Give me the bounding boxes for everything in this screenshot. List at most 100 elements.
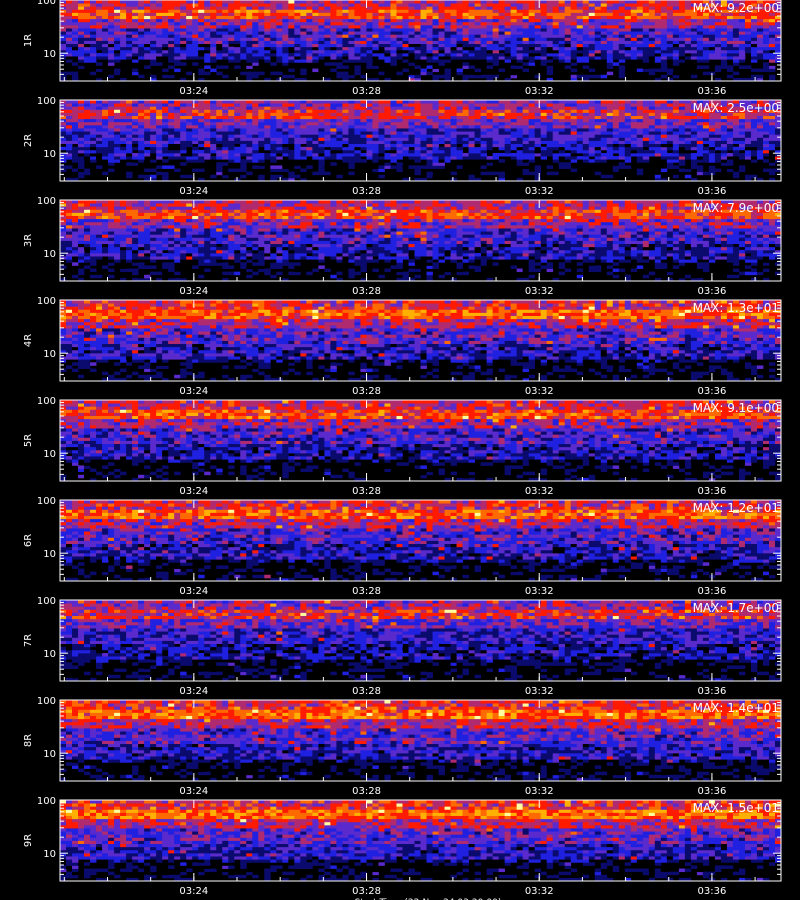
- heatmap-cell: [492, 12, 500, 16]
- heatmap-cell: [690, 18, 698, 23]
- heatmap-cell: [606, 0, 614, 4]
- heatmap-cell: [402, 152, 409, 157]
- heatmap-cell: [492, 59, 500, 63]
- heatmap-cell: [546, 171, 554, 176]
- heatmap-cell: [72, 156, 79, 160]
- heatmap-cell: [150, 34, 157, 38]
- heatmap-cell: [66, 134, 73, 138]
- heatmap-cell: [534, 134, 542, 138]
- heatmap-cell: [228, 137, 235, 141]
- heatmap-cell: [342, 40, 349, 45]
- heatmap-cell: [174, 15, 181, 20]
- heatmap-cell: [228, 131, 235, 135]
- heatmap-cell: [642, 15, 650, 20]
- heatmap-cell: [636, 121, 644, 126]
- heatmap-cell: [126, 174, 133, 179]
- heatmap-cell: [768, 131, 776, 135]
- heatmap-cell: [702, 40, 710, 45]
- heatmap-cell: [498, 31, 506, 35]
- heatmap-cell: [462, 34, 469, 38]
- heatmap-cell: [198, 128, 205, 132]
- heatmap-cell: [564, 162, 572, 166]
- heatmap-cell: [648, 146, 656, 151]
- heatmap-cell: [324, 106, 331, 110]
- heatmap-cell: [156, 43, 163, 48]
- heatmap-cell: [228, 56, 235, 60]
- heatmap-cell: [144, 46, 151, 51]
- heatmap-cell: [618, 12, 626, 16]
- heatmap-cell: [138, 146, 145, 151]
- heatmap-cell: [540, 109, 548, 113]
- heatmap-cell: [552, 0, 560, 4]
- heatmap-cell: [156, 134, 163, 138]
- heatmap-cell: [72, 62, 79, 66]
- heatmap-cell: [108, 159, 115, 163]
- heatmap-cell: [732, 134, 740, 138]
- heatmap-cell: [294, 134, 301, 138]
- heatmap-cell: [750, 156, 758, 160]
- heatmap-cell: [102, 121, 109, 126]
- heatmap-cell: [312, 56, 319, 60]
- heatmap-cell: [462, 9, 469, 13]
- heatmap-cell: [588, 109, 596, 113]
- heatmap-cell: [450, 34, 457, 38]
- heatmap-cell: [156, 115, 163, 120]
- heatmap-cell: [246, 46, 253, 51]
- heatmap-cell: [450, 118, 457, 123]
- heatmap-cell: [528, 143, 536, 148]
- heatmap-cell: [426, 18, 433, 23]
- heatmap-cell: [336, 40, 343, 45]
- heatmap-cell: [282, 3, 289, 7]
- heatmap-cell: [186, 49, 193, 54]
- heatmap-cell: [714, 52, 722, 57]
- heatmap-cell: [228, 46, 235, 51]
- heatmap-cell: [108, 49, 115, 54]
- heatmap-cell: [90, 131, 97, 135]
- heatmap-cell: [408, 3, 415, 7]
- heatmap-cell: [624, 34, 632, 38]
- heatmap-cell: [138, 28, 145, 32]
- heatmap-cell: [144, 40, 151, 45]
- heatmap-cell: [192, 6, 199, 10]
- heatmap-cell: [252, 118, 259, 123]
- heatmap-cell: [324, 115, 331, 120]
- heatmap-cell: [402, 43, 409, 48]
- heatmap-cell: [516, 15, 524, 20]
- heatmap-cell: [630, 124, 638, 129]
- heatmap-cell: [144, 15, 151, 20]
- heatmap-cell: [444, 9, 451, 13]
- heatmap-cell: [132, 128, 139, 132]
- heatmap-cell: [222, 49, 229, 54]
- heatmap-cell: [108, 168, 115, 173]
- heatmap-cell: [438, 124, 445, 129]
- heatmap-cell: [588, 149, 596, 154]
- heatmap-cell: [414, 159, 421, 163]
- heatmap-cell: [186, 140, 193, 145]
- heatmap-cell: [504, 6, 512, 10]
- heatmap-cell: [222, 74, 229, 79]
- heatmap-cell: [204, 131, 211, 135]
- heatmap-cell: [528, 40, 536, 45]
- heatmap-cell: [588, 12, 596, 16]
- heatmap-cell: [336, 46, 343, 51]
- heatmap-cell: [444, 143, 451, 148]
- heatmap-cell: [714, 56, 722, 60]
- heatmap-cell: [714, 152, 722, 157]
- heatmap-cell: [390, 28, 397, 32]
- heatmap-cell: [342, 146, 349, 151]
- heatmap-cell: [318, 21, 325, 26]
- heatmap-cell: [474, 49, 481, 54]
- heatmap-cell: [72, 0, 79, 4]
- heatmap-cell: [378, 18, 385, 23]
- heatmap-cell: [684, 118, 692, 123]
- heatmap-cell: [432, 118, 439, 123]
- heatmap-cell: [762, 68, 770, 73]
- heatmap-cell: [624, 15, 632, 20]
- heatmap-cell: [456, 21, 463, 26]
- heatmap-cell: [504, 109, 512, 113]
- heatmap-cell: [168, 115, 175, 120]
- heatmap-cell: [690, 65, 698, 69]
- heatmap-cell: [648, 134, 656, 138]
- heatmap-cell: [276, 0, 283, 4]
- heatmap-cell: [480, 37, 487, 41]
